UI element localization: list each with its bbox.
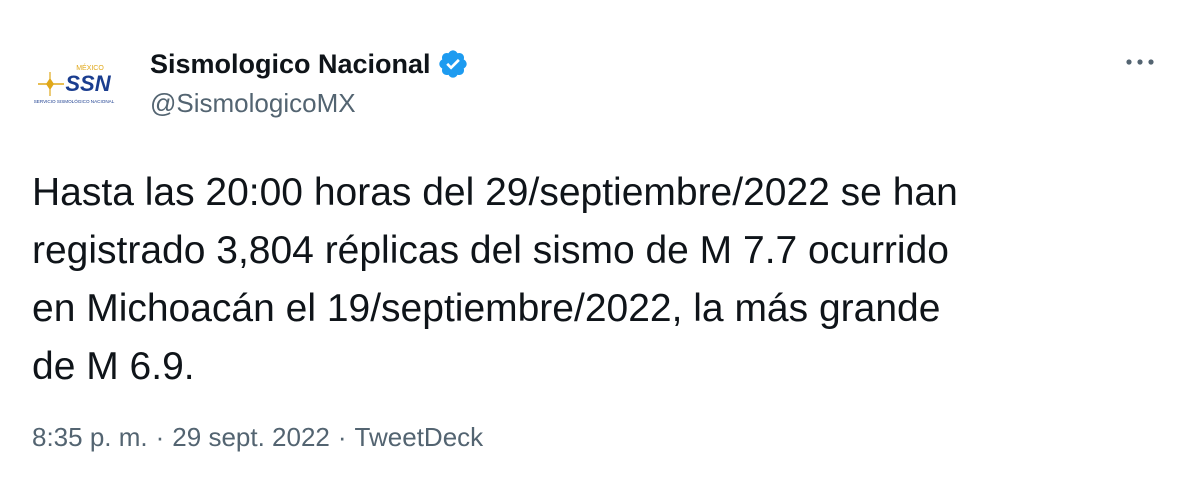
ssn-logo: MÉXICO SSN SERVICIO SISMOLÓGICO NACIONAL: [34, 63, 115, 104]
spark-icon: [38, 72, 64, 96]
avatar-sub-text: SERVICIO SISMOLÓGICO NACIONAL: [34, 98, 115, 104]
author-handle[interactable]: @SismologicoMX: [150, 88, 356, 119]
meta-separator: ·: [337, 422, 347, 452]
avatar-brand-text: SSN: [65, 71, 111, 96]
display-name[interactable]: Sismologico Nacional: [150, 49, 431, 80]
meta-separator: ·: [155, 422, 165, 452]
tweet-meta: 8:35 p. m. · 29 sept. 2022 · TweetDeck: [32, 422, 483, 453]
tweet-source-link[interactable]: TweetDeck: [355, 422, 484, 453]
more-options-button[interactable]: [1118, 44, 1162, 80]
more-horizontal-icon: [1126, 59, 1154, 65]
tweet-text: Hasta las 20:00 horas del 29/septiembre/…: [32, 171, 958, 388]
tweet-card: MÉXICO SSN SERVICIO SISMOLÓGICO NACIONAL…: [0, 0, 1188, 488]
avatar[interactable]: MÉXICO SSN SERVICIO SISMOLÓGICO NACIONAL: [24, 40, 128, 144]
author-name-row: Sismologico Nacional: [150, 46, 469, 82]
tweet-date-link[interactable]: 29 sept. 2022: [172, 422, 330, 453]
verified-badge-icon: [437, 48, 469, 80]
tweet-time-link[interactable]: 8:35 p. m.: [32, 422, 148, 453]
